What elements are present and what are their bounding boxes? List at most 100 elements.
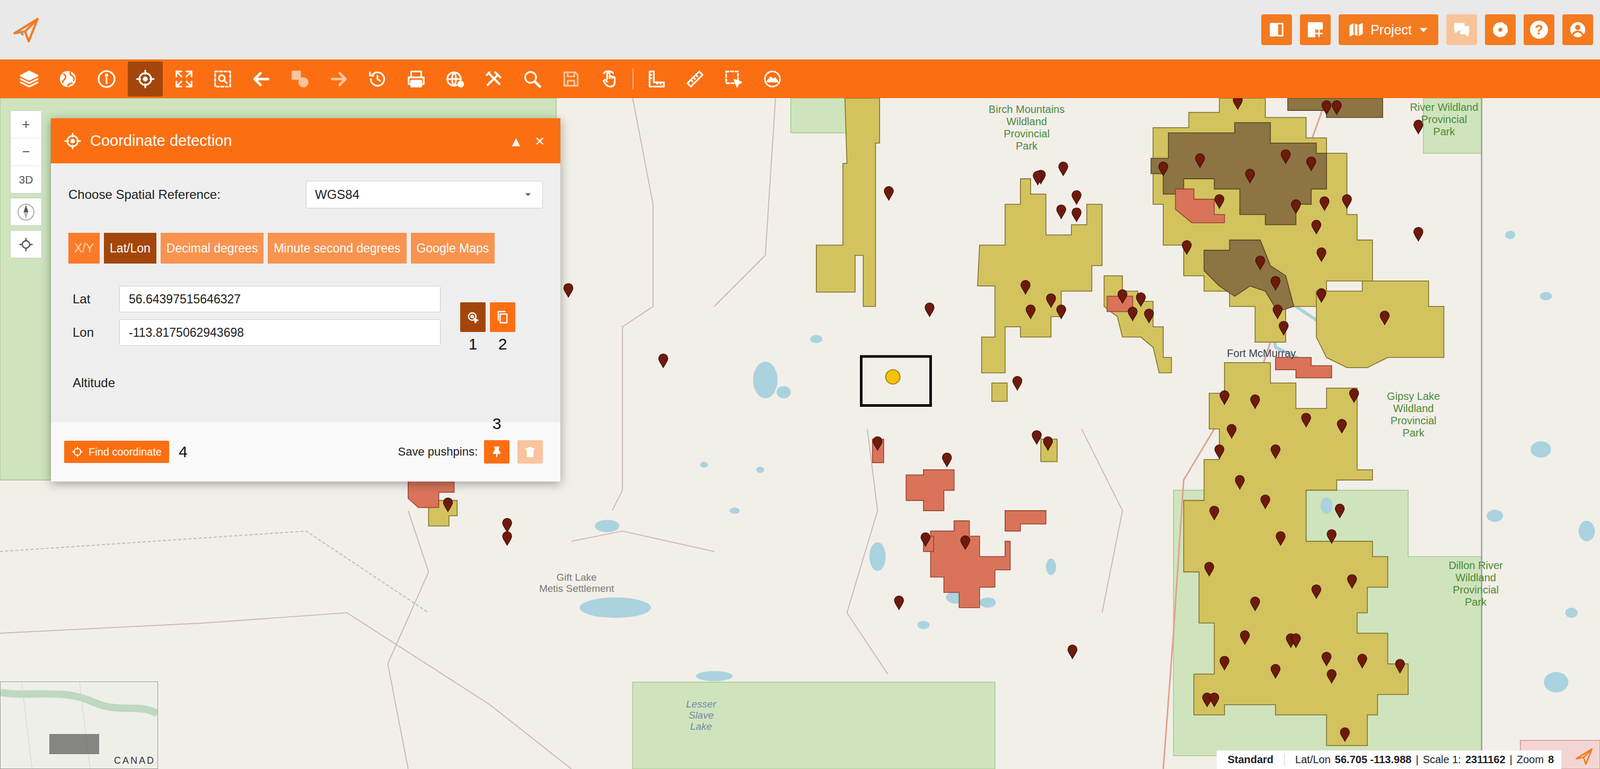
status-text: | xyxy=(1509,753,1513,766)
ruler-corner-icon xyxy=(646,68,667,90)
lat-input[interactable] xyxy=(119,285,441,313)
locate-button[interactable] xyxy=(10,230,42,258)
coordinate-dialog: Coordinate detection▴×Choose Spatial Ref… xyxy=(50,118,561,482)
collapse-button[interactable]: ▴ xyxy=(508,131,524,151)
status-text: 56.705 -113.988 xyxy=(1334,753,1412,766)
user-button[interactable] xyxy=(1562,14,1594,46)
format-tab[interactable]: Minute second degrees xyxy=(267,232,407,264)
info-icon xyxy=(96,68,117,90)
dashboard-button[interactable] xyxy=(1299,14,1331,46)
compass-control xyxy=(10,197,42,226)
globe-icon xyxy=(57,68,78,90)
save-icon xyxy=(560,68,582,90)
zoom-in-button[interactable]: + xyxy=(10,110,42,138)
terrain-tool[interactable] xyxy=(752,59,792,99)
status-text: Scale 1: xyxy=(1422,753,1462,766)
touch-tool[interactable] xyxy=(590,59,629,99)
print-tool[interactable] xyxy=(396,59,436,99)
info-tool[interactable] xyxy=(86,59,126,99)
format-tab[interactable]: Decimal degrees xyxy=(160,232,265,264)
field-label: Lon xyxy=(68,324,120,340)
chat-icon xyxy=(1452,20,1471,39)
spatial-reference-label: Choose Spatial Reference: xyxy=(68,187,306,202)
zoom-selection-tool[interactable] xyxy=(203,59,242,99)
coordinate-row: Lat xyxy=(68,285,441,313)
terrain-icon xyxy=(762,68,783,90)
lon-input[interactable] xyxy=(119,319,441,346)
status-text: 8 xyxy=(1548,753,1554,766)
crosshair-icon xyxy=(63,132,82,151)
app-logo-icon[interactable] xyxy=(11,15,41,45)
pick-point-icon xyxy=(465,309,481,325)
tools-tool[interactable] xyxy=(473,59,513,99)
coordinate-row: Lon xyxy=(68,319,441,346)
save-pushpin-button[interactable]: 3 xyxy=(484,440,510,464)
project-dropdown[interactable]: Project xyxy=(1338,14,1439,46)
map[interactable]: Birch MountainsWildlandProvincialParkRiv… xyxy=(0,98,1600,769)
map-label: Gift LakeMetis Settlement xyxy=(539,571,615,594)
status-text: Zoom xyxy=(1516,753,1544,766)
gear-button[interactable] xyxy=(1484,14,1516,46)
spatial-reference-row: Choose Spatial Reference:WGS84 xyxy=(68,180,543,209)
forward-arrow-tool[interactable] xyxy=(319,59,358,99)
map-label: Gipsy LakeWildlandProvincialPark xyxy=(1386,390,1440,439)
map-label: Birch MountainsWildlandProvincialPark xyxy=(988,103,1065,153)
globe-settings-tool[interactable] xyxy=(435,59,474,99)
history-tool[interactable] xyxy=(357,59,397,99)
find-coordinate-button[interactable]: Find coordinate xyxy=(64,440,170,463)
caret-down-icon xyxy=(1418,24,1429,35)
crosshair-icon xyxy=(135,68,156,90)
search-tool[interactable] xyxy=(512,59,552,99)
format-tab[interactable]: Google Maps xyxy=(410,232,496,264)
crosshair-tool[interactable] xyxy=(125,59,165,99)
corner-logo-icon xyxy=(1574,746,1594,766)
globe-tool[interactable] xyxy=(48,59,87,99)
chat-button[interactable] xyxy=(1446,14,1478,46)
overview-map[interactable]: CANAD xyxy=(0,681,158,769)
full-extent-icon xyxy=(173,68,195,90)
ruler-tool[interactable] xyxy=(675,59,715,99)
shapes-tool[interactable] xyxy=(280,59,320,99)
back-arrow-icon xyxy=(251,68,272,90)
globe-settings-icon xyxy=(444,68,465,90)
zoom-selection-icon xyxy=(212,68,233,90)
callout-number: 3 xyxy=(492,414,502,433)
full-extent-tool[interactable] xyxy=(164,59,204,99)
ruler-corner-tool[interactable] xyxy=(636,59,676,99)
close-button[interactable]: × xyxy=(531,132,548,151)
save-tool[interactable] xyxy=(551,59,591,99)
compass-icon xyxy=(16,202,36,222)
field-label: Lat xyxy=(68,291,120,307)
coordinate-actions: 12 xyxy=(460,302,516,354)
3d-button[interactable]: 3D xyxy=(10,165,42,193)
copy-button[interactable] xyxy=(489,302,516,332)
back-arrow-tool[interactable] xyxy=(241,59,281,99)
overview-extent xyxy=(49,733,100,754)
callout-number: 4 xyxy=(178,442,188,461)
delete-pushpins-button[interactable] xyxy=(517,440,543,464)
gear-icon xyxy=(1491,20,1510,39)
format-tab[interactable]: Lat/Lon xyxy=(103,232,157,264)
select-area-icon xyxy=(723,68,744,90)
callout-number: 1 xyxy=(468,335,478,354)
spatial-reference-select[interactable]: WGS84 xyxy=(305,180,543,209)
compare-button[interactable] xyxy=(1261,14,1292,46)
toolbar xyxy=(0,59,1600,99)
tools-icon xyxy=(483,68,504,90)
crosshair-icon xyxy=(71,445,84,458)
trash-icon xyxy=(523,445,537,459)
dialog-footer: Find coordinate4Save pushpins:3 xyxy=(50,422,561,482)
altitude-label: Altitude xyxy=(68,375,543,391)
layers-tool[interactable] xyxy=(9,59,49,99)
compare-icon xyxy=(1267,20,1286,39)
pick-point-button[interactable] xyxy=(460,302,486,332)
select-area-tool[interactable] xyxy=(714,59,753,99)
compass-button[interactable] xyxy=(10,198,42,226)
locate-icon xyxy=(18,236,34,252)
top-bar: Project? xyxy=(0,0,1600,60)
top-buttons: Project? xyxy=(1261,14,1594,46)
format-tab[interactable]: X/Y xyxy=(68,232,100,264)
zoom-out-button[interactable]: − xyxy=(10,137,42,166)
help-button[interactable]: ? xyxy=(1523,14,1555,46)
dialog-header[interactable]: Coordinate detection▴× xyxy=(50,118,561,164)
